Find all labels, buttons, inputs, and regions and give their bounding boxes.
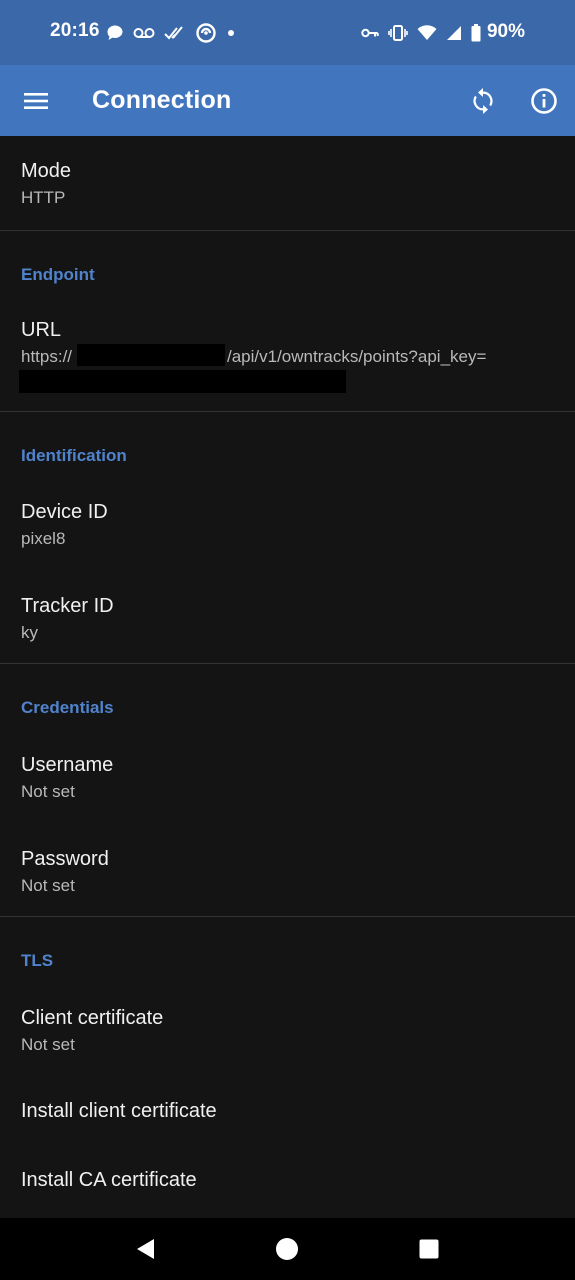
divider: [0, 916, 575, 917]
reconnect-button[interactable]: [463, 82, 503, 119]
double-check-icon: [164, 26, 183, 40]
status-time: 20:16: [50, 20, 100, 41]
menu-button[interactable]: [16, 82, 56, 119]
cell-signal-icon: [447, 26, 461, 40]
info-button[interactable]: [524, 82, 564, 119]
vibrate-icon: [388, 25, 408, 41]
pref-username[interactable]: Username Not set: [0, 735, 575, 829]
pref-summary: HTTP: [21, 188, 66, 207]
pref-install-ca-certificate[interactable]: Install CA certificate: [0, 1151, 575, 1220]
category-tls: TLS: [21, 951, 54, 970]
pref-title: Password: [21, 848, 109, 870]
vpn-key-icon: [361, 28, 379, 38]
chat-bubble-icon: [107, 25, 123, 40]
battery-icon: [471, 24, 481, 42]
pref-password[interactable]: Password Not set: [0, 829, 575, 916]
system-icons: [361, 21, 481, 45]
pref-summary: Not set: [21, 1035, 75, 1054]
app-notification-icon: [196, 23, 216, 43]
menu-icon: [24, 92, 48, 109]
recents-square-icon: [419, 1239, 439, 1259]
pref-title: URL: [21, 319, 62, 341]
wifi-icon: [417, 25, 437, 40]
back-triangle-icon: [137, 1239, 154, 1259]
pref-title: Install client certificate: [21, 1100, 217, 1122]
category-credentials: Credentials: [21, 698, 114, 717]
pref-title: Install CA certificate: [21, 1169, 197, 1191]
battery-percentage: 90%: [486, 21, 525, 42]
sync-icon: [473, 87, 493, 114]
pref-tracker-id[interactable]: Tracker ID ky: [0, 576, 575, 663]
notification-icons: [106, 21, 236, 45]
info-icon: [531, 87, 557, 114]
pref-summary: Not set: [21, 782, 75, 801]
nav-recents-button[interactable]: [407, 1229, 451, 1269]
pref-summary: ky: [21, 623, 38, 642]
divider: [0, 230, 575, 231]
url-prefix: https://: [21, 347, 73, 366]
preferences-list: Mode HTTP Endpoint URL https:// /api/v1/…: [0, 136, 575, 1218]
pref-title: Tracker ID: [21, 595, 114, 617]
pref-url[interactable]: URL https:// /api/v1/owntracks/points?ap…: [0, 302, 575, 411]
redacted-host: [77, 344, 225, 366]
pref-install-client-certificate[interactable]: Install client certificate: [0, 1082, 575, 1151]
status-bar: 20:16 90%: [0, 0, 575, 65]
divider: [0, 411, 575, 412]
pref-client-certificate[interactable]: Client certificate Not set: [0, 988, 575, 1082]
url-path: /api/v1/owntracks/points?api_key=: [227, 347, 487, 366]
pref-title: Mode: [21, 160, 72, 182]
nav-home-button[interactable]: [265, 1229, 309, 1269]
voicemail-icon: [133, 28, 155, 38]
more-notifications-dot-icon: [228, 30, 234, 36]
pref-device-id[interactable]: Device ID pixel8: [0, 482, 575, 576]
navigation-bar: [0, 1218, 575, 1280]
home-circle-icon: [276, 1238, 298, 1260]
divider: [0, 663, 575, 664]
pref-title: Device ID: [21, 501, 108, 523]
category-endpoint: Endpoint: [21, 265, 95, 284]
nav-back-button[interactable]: [123, 1229, 167, 1269]
pref-summary: pixel8: [21, 529, 66, 548]
page-title: Connection: [92, 86, 232, 114]
pref-mode[interactable]: Mode HTTP: [0, 136, 575, 230]
pref-title: Client certificate: [21, 1007, 164, 1029]
app-bar: Connection: [0, 65, 575, 136]
pref-summary: Not set: [21, 876, 75, 895]
redacted-api-key: [19, 370, 346, 393]
category-identification: Identification: [21, 446, 127, 465]
pref-title: Username: [21, 754, 114, 776]
